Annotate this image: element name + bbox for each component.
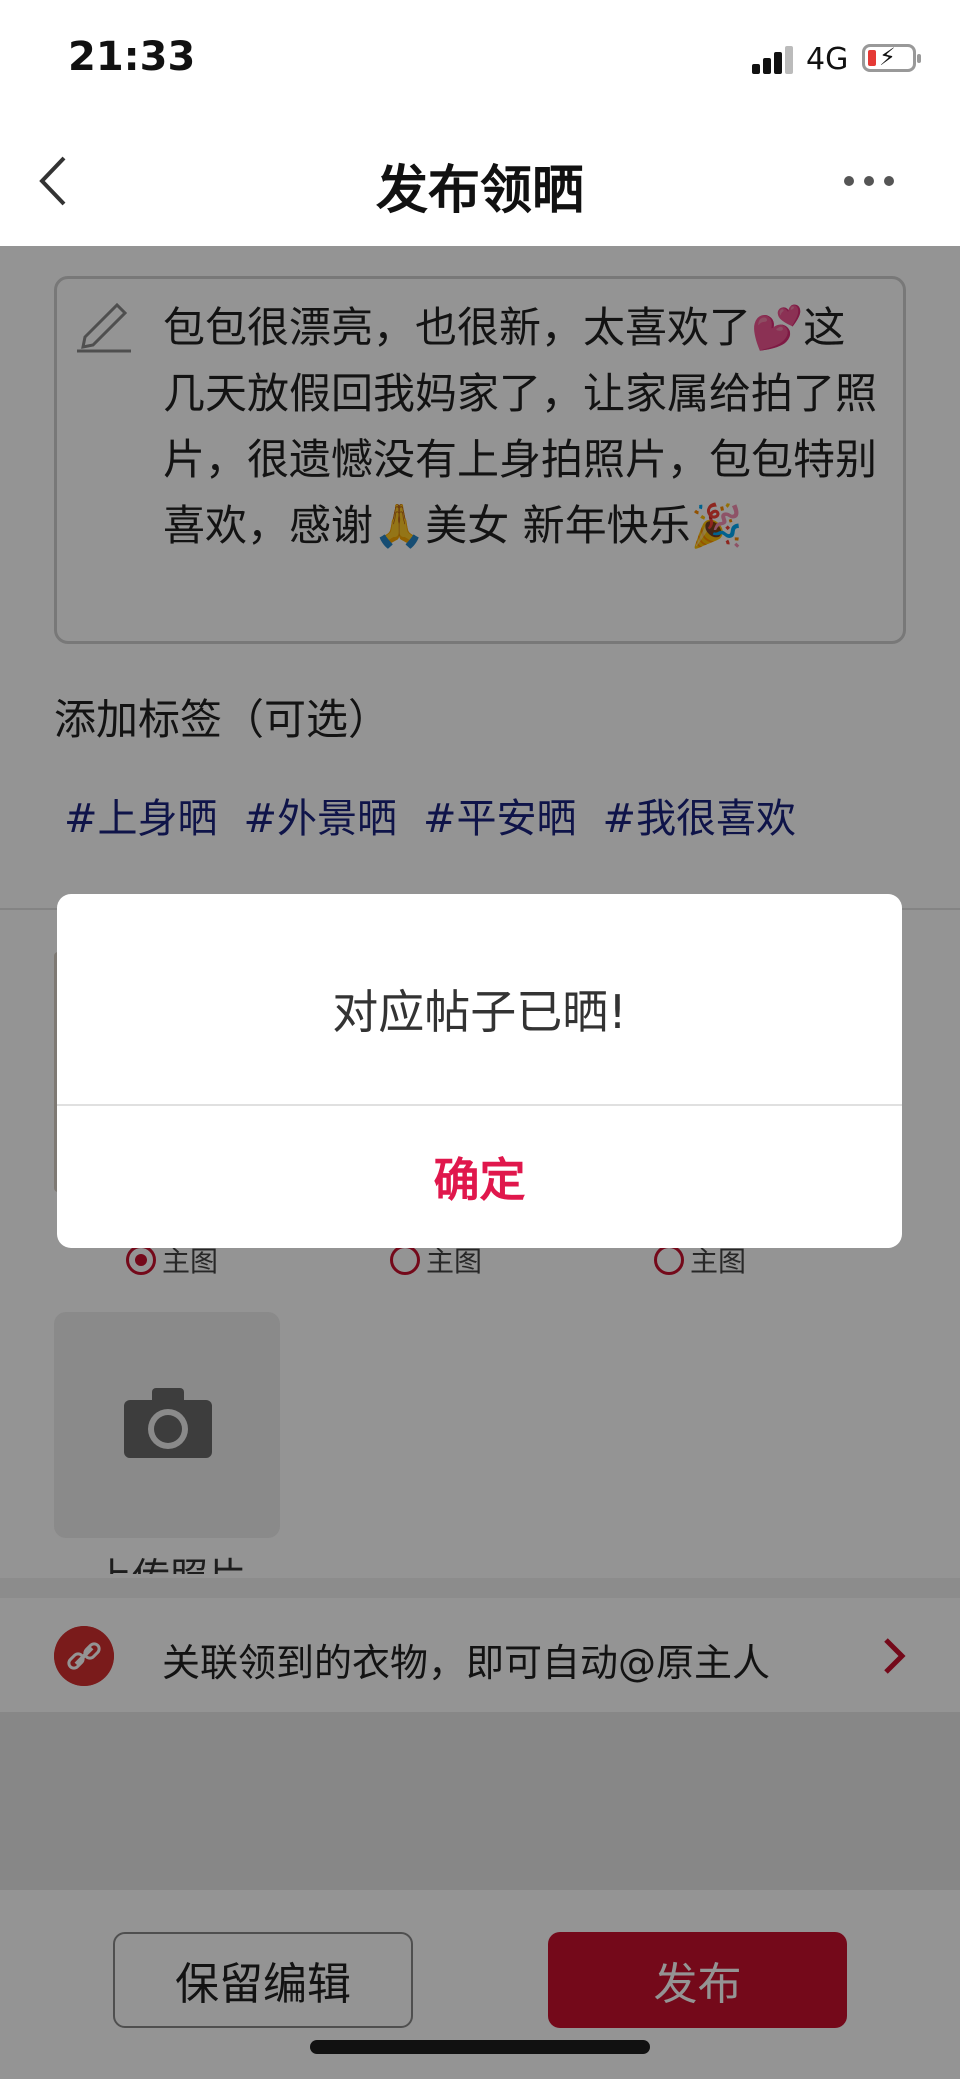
home-indicator xyxy=(310,2040,650,2054)
status-bar: 21:33 4G ⚡ xyxy=(0,0,960,118)
signal-icon xyxy=(752,44,796,74)
confirm-button[interactable]: 确定 xyxy=(57,1106,902,1248)
network-label: 4G xyxy=(806,42,849,77)
battery-icon: ⚡ xyxy=(862,43,921,72)
more-dots-icon[interactable] xyxy=(844,176,894,190)
page-title: 发布领晒 xyxy=(375,161,584,221)
alert-dialog: 对应帖子已晒! 确定 xyxy=(57,894,902,1248)
status-time: 21:33 xyxy=(68,34,196,80)
dialog-message: 对应帖子已晒! xyxy=(332,985,627,1039)
nav-bar: 发布领晒 xyxy=(0,118,960,246)
